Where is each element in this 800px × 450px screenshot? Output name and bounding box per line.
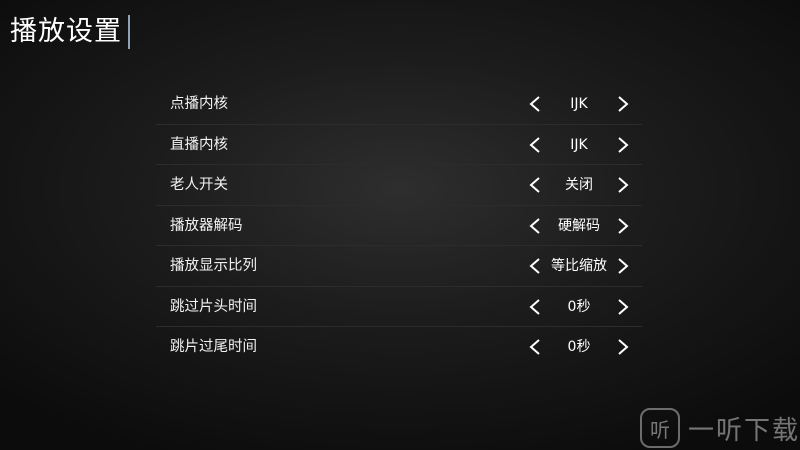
chevron-right-icon[interactable] [614, 176, 632, 194]
chevron-right-icon[interactable] [614, 298, 632, 316]
value-selector: 0秒 [526, 287, 636, 327]
page-title: 播放设置 [10, 16, 122, 47]
setting-label: 播放显示比列 [170, 258, 257, 274]
setting-row-skip-outro[interactable]: 跳片过尾时间 0秒 [156, 327, 642, 368]
setting-label: 直播内核 [170, 136, 228, 153]
chevron-right-icon[interactable] [614, 338, 632, 356]
watermark-text: 一听下载 [688, 415, 800, 446]
value-selector: IJK [526, 125, 636, 165]
setting-row-player-decoding[interactable]: 播放器解码 硬解码 [156, 206, 642, 246]
setting-value: 0秒 [567, 298, 591, 315]
setting-label: 播放器解码 [170, 217, 243, 234]
setting-value: 等比缩放 [551, 258, 607, 274]
setting-row-live-core[interactable]: 直播内核 IJK [156, 125, 642, 165]
settings-list: 点播内核 IJK 直播内核 IJK 老人开关 关闭 播放器解码 硬解码 播放显示… [156, 84, 642, 368]
chevron-right-icon[interactable] [614, 136, 632, 154]
setting-row-vod-core[interactable]: 点播内核 IJK [156, 84, 642, 125]
chevron-right-icon[interactable] [614, 257, 632, 275]
title-accent-bar [128, 15, 130, 49]
setting-label: 点播内核 [170, 96, 228, 112]
setting-value: 关闭 [565, 177, 593, 193]
header: 播放设置 [10, 12, 130, 52]
setting-label: 老人开关 [170, 177, 228, 193]
value-selector: 关闭 [526, 165, 636, 205]
chevron-left-icon[interactable] [526, 176, 544, 194]
value-selector: 0秒 [526, 327, 636, 367]
chevron-left-icon[interactable] [526, 257, 544, 275]
value-selector: 等比缩放 [526, 246, 636, 286]
watermark: 听 一听下载 [640, 408, 800, 448]
setting-label: 跳片过尾时间 [170, 339, 257, 355]
value-selector: IJK [526, 84, 636, 124]
setting-value: IJK [570, 136, 588, 153]
chevron-left-icon[interactable] [526, 95, 544, 113]
setting-value: 硬解码 [558, 217, 600, 234]
setting-value: 0秒 [567, 339, 591, 355]
setting-row-elderly-mode[interactable]: 老人开关 关闭 [156, 165, 642, 206]
value-selector: 硬解码 [526, 206, 636, 246]
setting-row-aspect-ratio[interactable]: 播放显示比列 等比缩放 [156, 246, 642, 287]
setting-row-skip-intro[interactable]: 跳过片头时间 0秒 [156, 287, 642, 327]
chevron-right-icon[interactable] [614, 95, 632, 113]
watermark-logo-icon: 听 [640, 408, 680, 448]
chevron-left-icon[interactable] [526, 298, 544, 316]
chevron-left-icon[interactable] [526, 136, 544, 154]
chevron-left-icon[interactable] [526, 338, 544, 356]
setting-value: IJK [570, 96, 588, 112]
chevron-right-icon[interactable] [614, 217, 632, 235]
chevron-left-icon[interactable] [526, 217, 544, 235]
setting-label: 跳过片头时间 [170, 298, 257, 315]
